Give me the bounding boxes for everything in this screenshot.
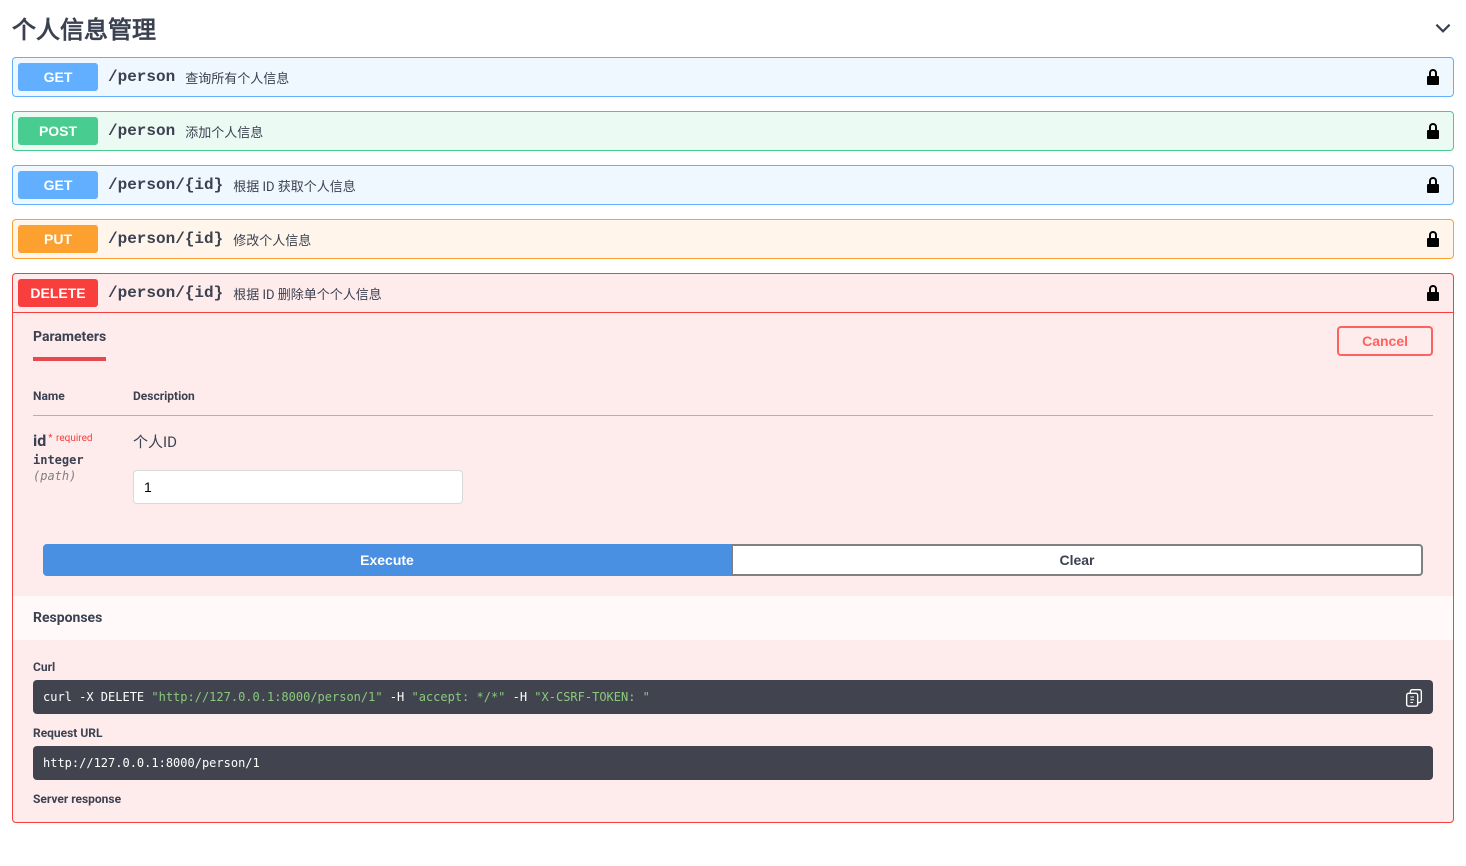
server-response-label: Server response [33, 792, 1433, 806]
param-type: integer [33, 450, 133, 467]
operation-path: /person/{id} [98, 176, 233, 194]
method-badge: POST [18, 117, 98, 145]
curl-label: Curl [33, 660, 1433, 674]
operation-get-2: GET/person/{id}根据 ID 获取个人信息 [12, 165, 1454, 205]
clear-button[interactable]: Clear [731, 544, 1423, 576]
operation-summary[interactable]: POST/person添加个人信息 [13, 112, 1453, 150]
operation-path: /person [98, 68, 185, 86]
lock-icon[interactable] [1423, 121, 1443, 141]
operation-post-1: POST/person添加个人信息 [12, 111, 1454, 151]
operation-summary[interactable]: DELETE /person/{id} 根据 ID 删除单个个人信息 [13, 274, 1453, 313]
tag-header[interactable]: 个人信息管理 [12, 10, 1454, 57]
chevron-down-icon [1432, 17, 1454, 39]
column-name: Name [33, 389, 133, 416]
operation-path: /person/{id} [98, 284, 233, 302]
operation-get-0: GET/person查询所有个人信息 [12, 57, 1454, 97]
operation-body: Parameters Cancel Name Description id* r… [13, 313, 1453, 822]
lock-icon[interactable] [1423, 175, 1443, 195]
param-in: (path) [33, 467, 133, 483]
param-description: 个人ID [133, 431, 1433, 452]
parameters-table: Name Description id* required integer(pat… [33, 389, 1433, 514]
operation-desc: 修改个人信息 [233, 230, 311, 249]
param-input-id[interactable] [133, 470, 463, 504]
parameters-section: Name Description id* required integer(pat… [13, 369, 1453, 524]
required-text: required [56, 433, 92, 444]
method-badge: PUT [18, 225, 98, 253]
request-url-value: http://127.0.0.1:8000/person/1 [33, 746, 1433, 780]
operation-summary[interactable]: PUT/person/{id}修改个人信息 [13, 220, 1453, 258]
operation-desc: 根据 ID 获取个人信息 [233, 176, 356, 195]
operation-desc: 查询所有个人信息 [185, 68, 289, 87]
responses-body: Curl curl -X DELETE "http://127.0.0.1:80… [13, 640, 1453, 822]
operation-put-3: PUT/person/{id}修改个人信息 [12, 219, 1454, 259]
operation-summary[interactable]: GET/person/{id}根据 ID 获取个人信息 [13, 166, 1453, 204]
curl-command: curl -X DELETE "http://127.0.0.1:8000/pe… [33, 680, 1433, 714]
column-description: Description [133, 389, 1433, 416]
request-url-label: Request URL [33, 726, 1433, 740]
param-row: id* required integer(path)个人ID [33, 416, 1433, 515]
tab-parameters[interactable]: Parameters [33, 321, 106, 361]
execute-button[interactable]: Execute [43, 544, 731, 576]
operation-summary[interactable]: GET/person查询所有个人信息 [13, 58, 1453, 96]
lock-icon[interactable] [1423, 229, 1443, 249]
copy-icon[interactable] [1403, 686, 1425, 708]
method-badge: GET [18, 63, 98, 91]
required-star: * [46, 433, 52, 444]
operation-desc: 添加个人信息 [185, 122, 263, 141]
method-badge: DELETE [18, 279, 98, 307]
tag-title: 个人信息管理 [12, 10, 156, 45]
cancel-button[interactable]: Cancel [1337, 326, 1433, 356]
operation-path: /person [98, 122, 185, 140]
method-badge: GET [18, 171, 98, 199]
execute-button-group: Execute Clear [13, 524, 1453, 596]
responses-header: Responses [13, 596, 1453, 640]
operation-path: /person/{id} [98, 230, 233, 248]
parameters-header: Parameters Cancel [13, 313, 1453, 369]
param-name: id [33, 431, 46, 450]
operation-delete-person-id: DELETE /person/{id} 根据 ID 删除单个个人信息 Param… [12, 273, 1454, 823]
lock-icon[interactable] [1423, 67, 1443, 87]
lock-icon[interactable] [1423, 283, 1443, 303]
operation-desc: 根据 ID 删除单个个人信息 [233, 284, 382, 303]
